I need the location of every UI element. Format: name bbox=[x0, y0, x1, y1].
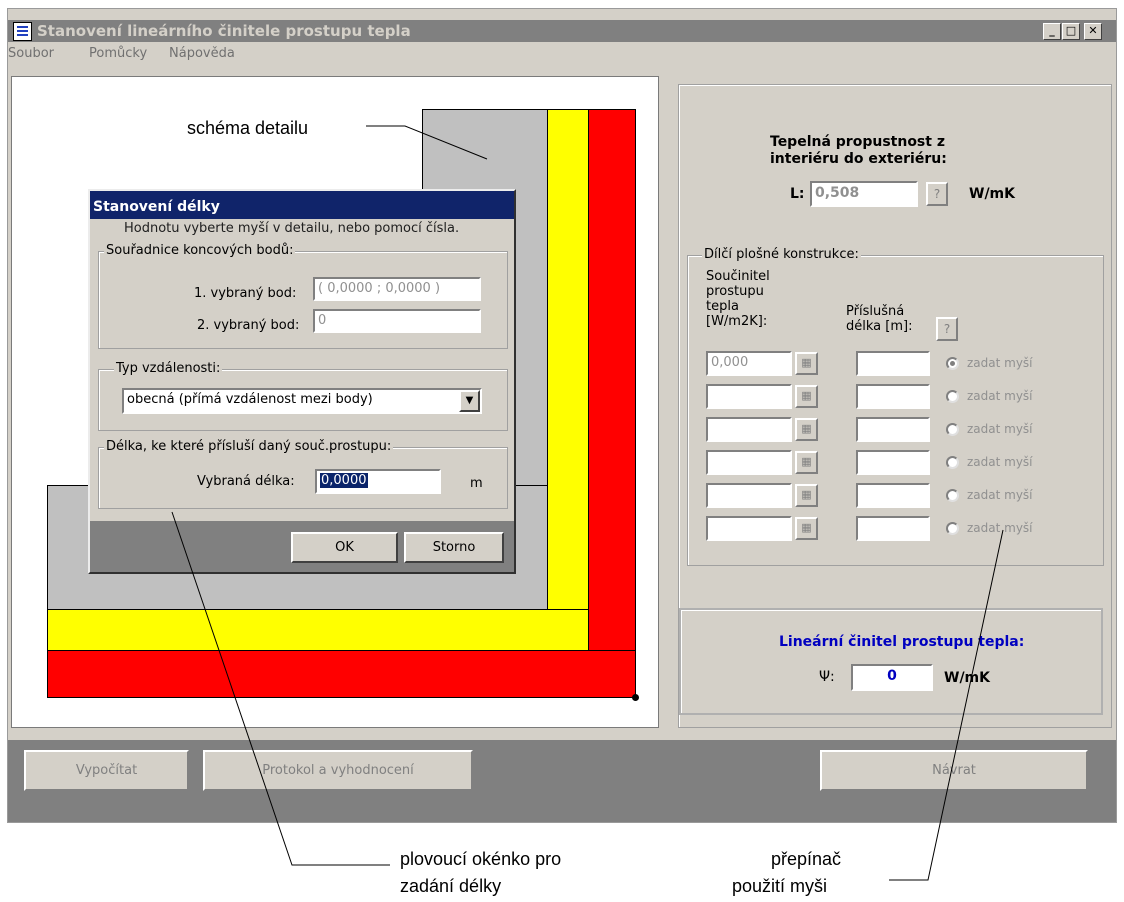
leader-line-switch bbox=[889, 529, 1004, 881]
leader-line-scheme bbox=[366, 125, 488, 160]
leader-line-float bbox=[171, 511, 390, 866]
annotation-leader-lines bbox=[171, 125, 1004, 881]
